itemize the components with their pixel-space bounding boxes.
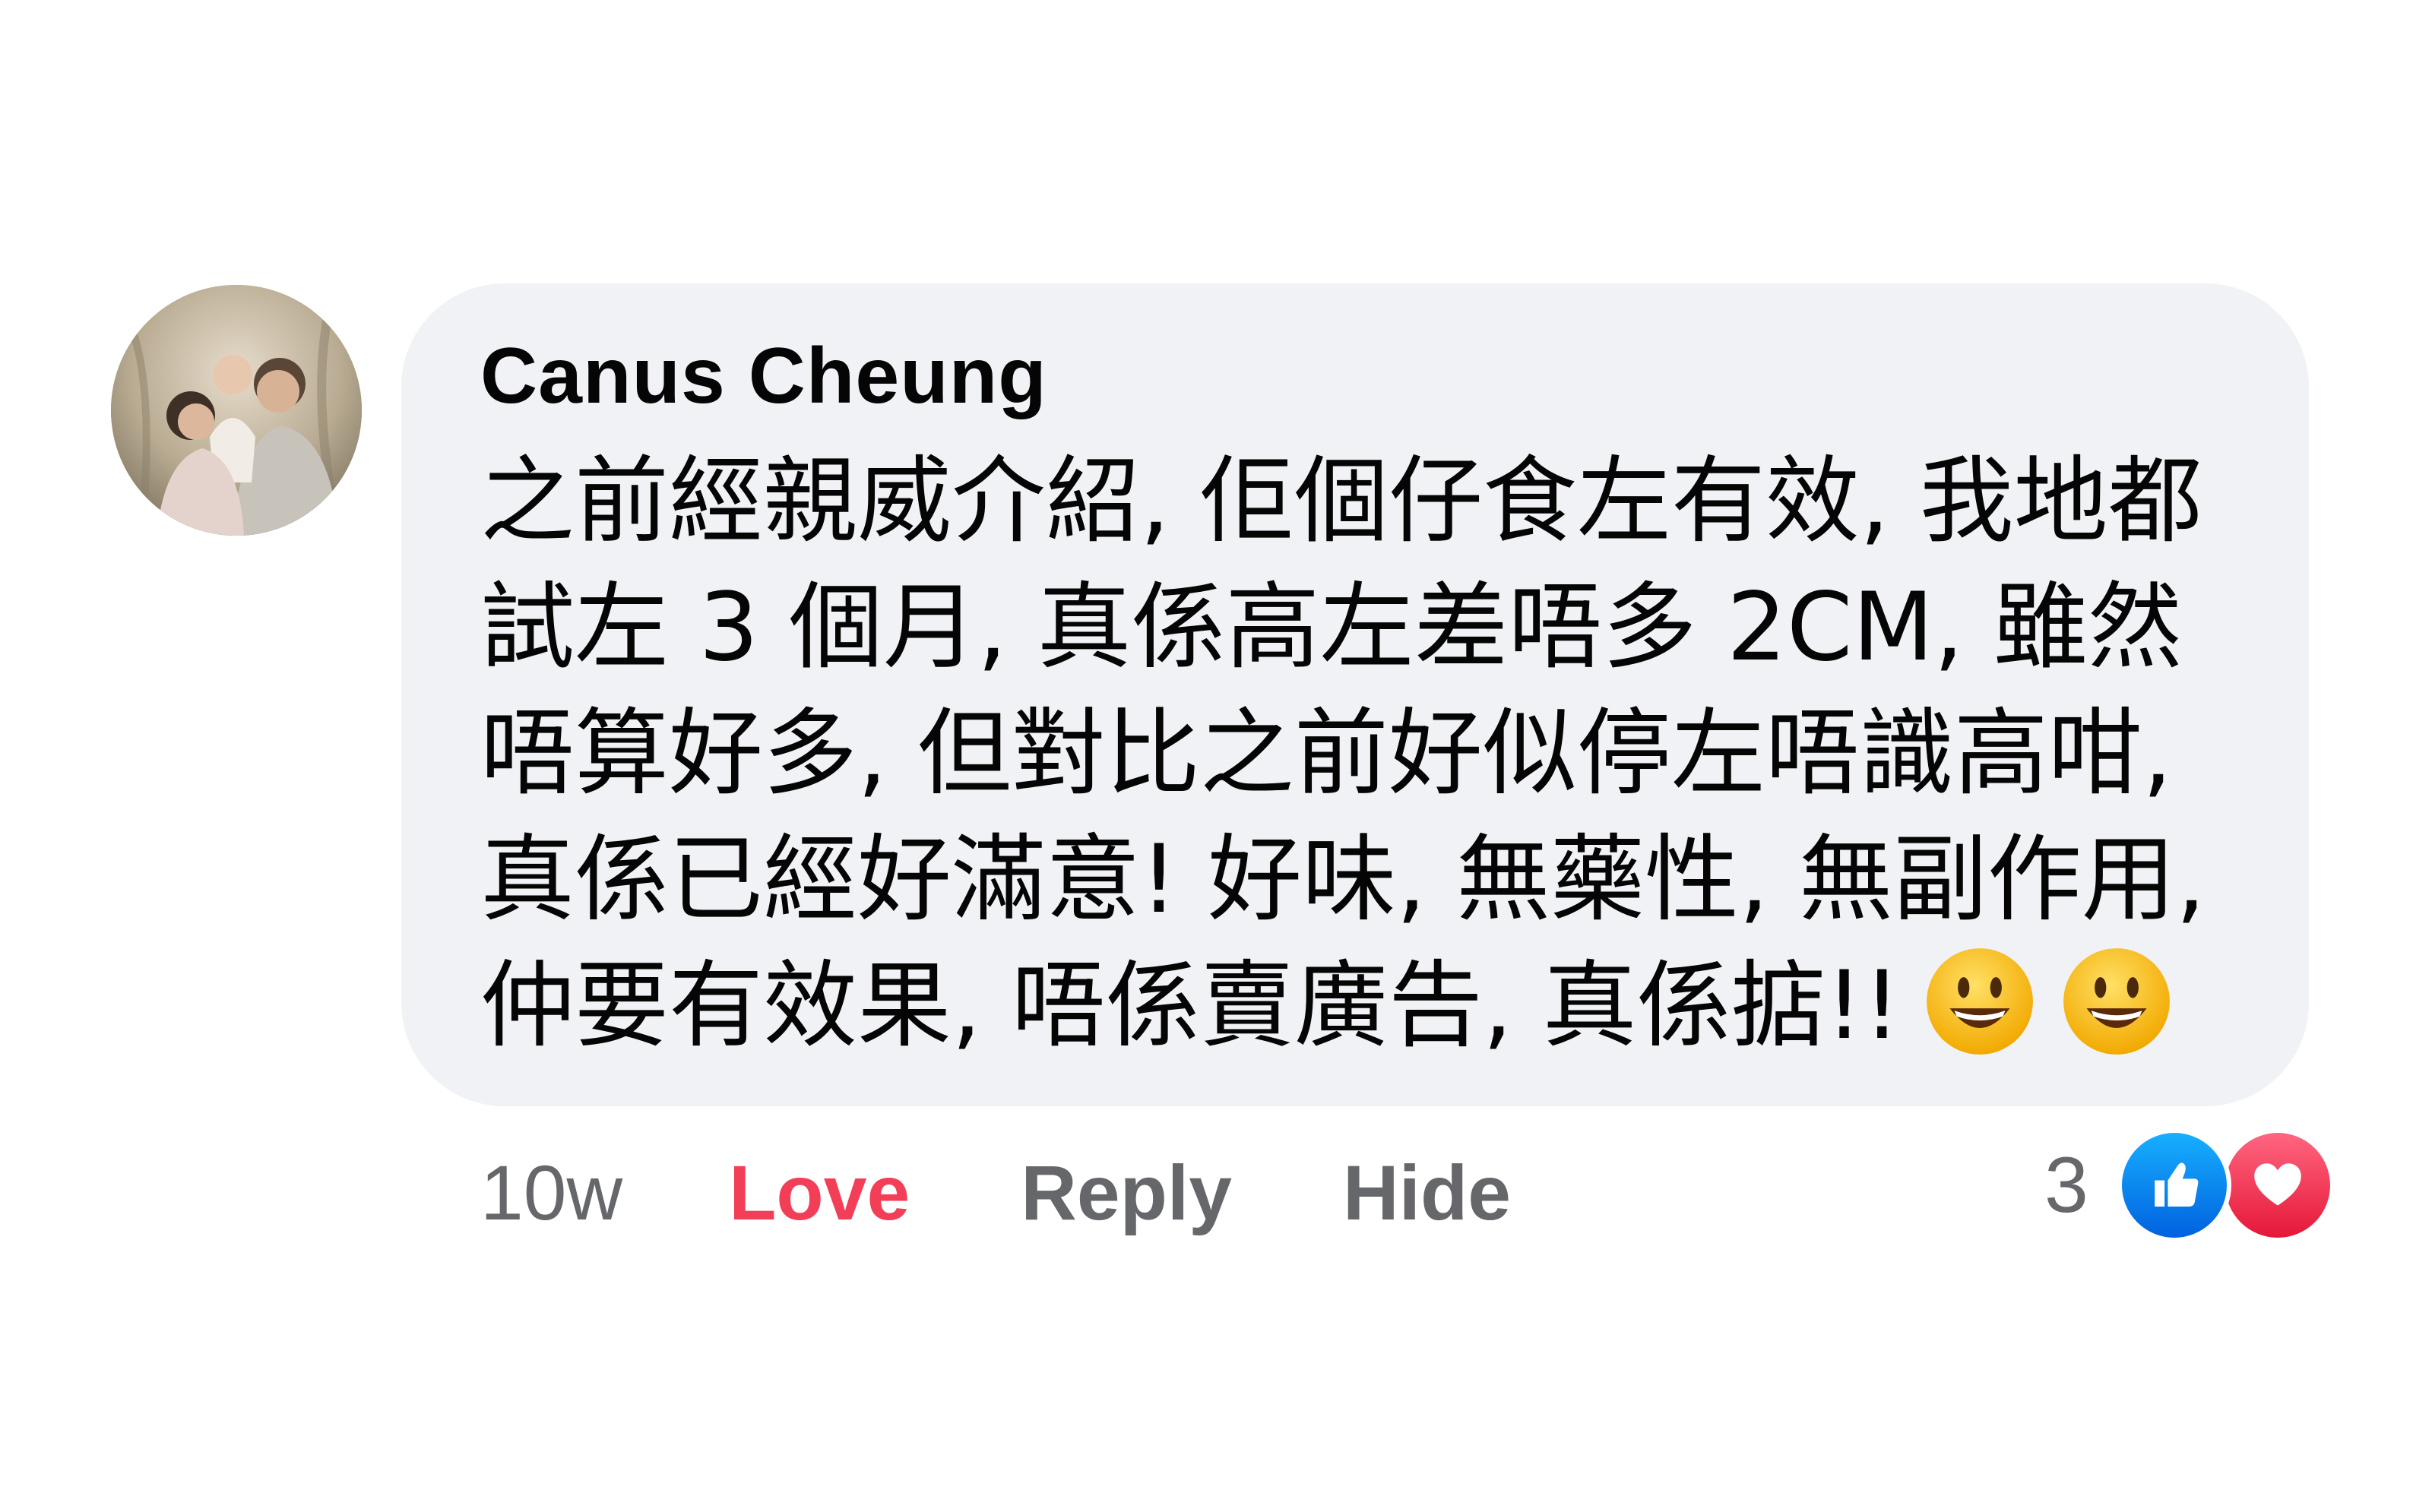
reply-button[interactable]: Reply <box>1021 1149 1232 1238</box>
smiley-emoji <box>2059 944 2174 1059</box>
comment-actions: 10w Love Reply Hide <box>480 1147 1511 1238</box>
comment-body: 之前經親威介紹, 佢個仔食左有效, 我地都試左 3 個月, 真係高左差唔多 2C… <box>480 438 2251 1069</box>
avatar[interactable] <box>111 285 362 536</box>
like-icon <box>2117 1128 2231 1242</box>
comment-author[interactable]: Canus Cheung <box>480 337 2236 416</box>
hide-button[interactable]: Hide <box>1343 1149 1511 1238</box>
heart-icon <box>2220 1128 2335 1242</box>
smiley-emoji <box>1922 944 2038 1059</box>
love-button[interactable]: Love <box>729 1149 910 1238</box>
reaction-summary[interactable]: 3 <box>2044 1128 2335 1242</box>
reaction-count: 3 <box>2044 1140 2088 1229</box>
comment-bubble: Canus Cheung 之前經親威介紹, 佢個仔食左有效, 我地都試左 3 個… <box>401 283 2309 1106</box>
avatar-photo <box>111 285 362 536</box>
comment-timestamp[interactable]: 10w <box>480 1149 622 1238</box>
